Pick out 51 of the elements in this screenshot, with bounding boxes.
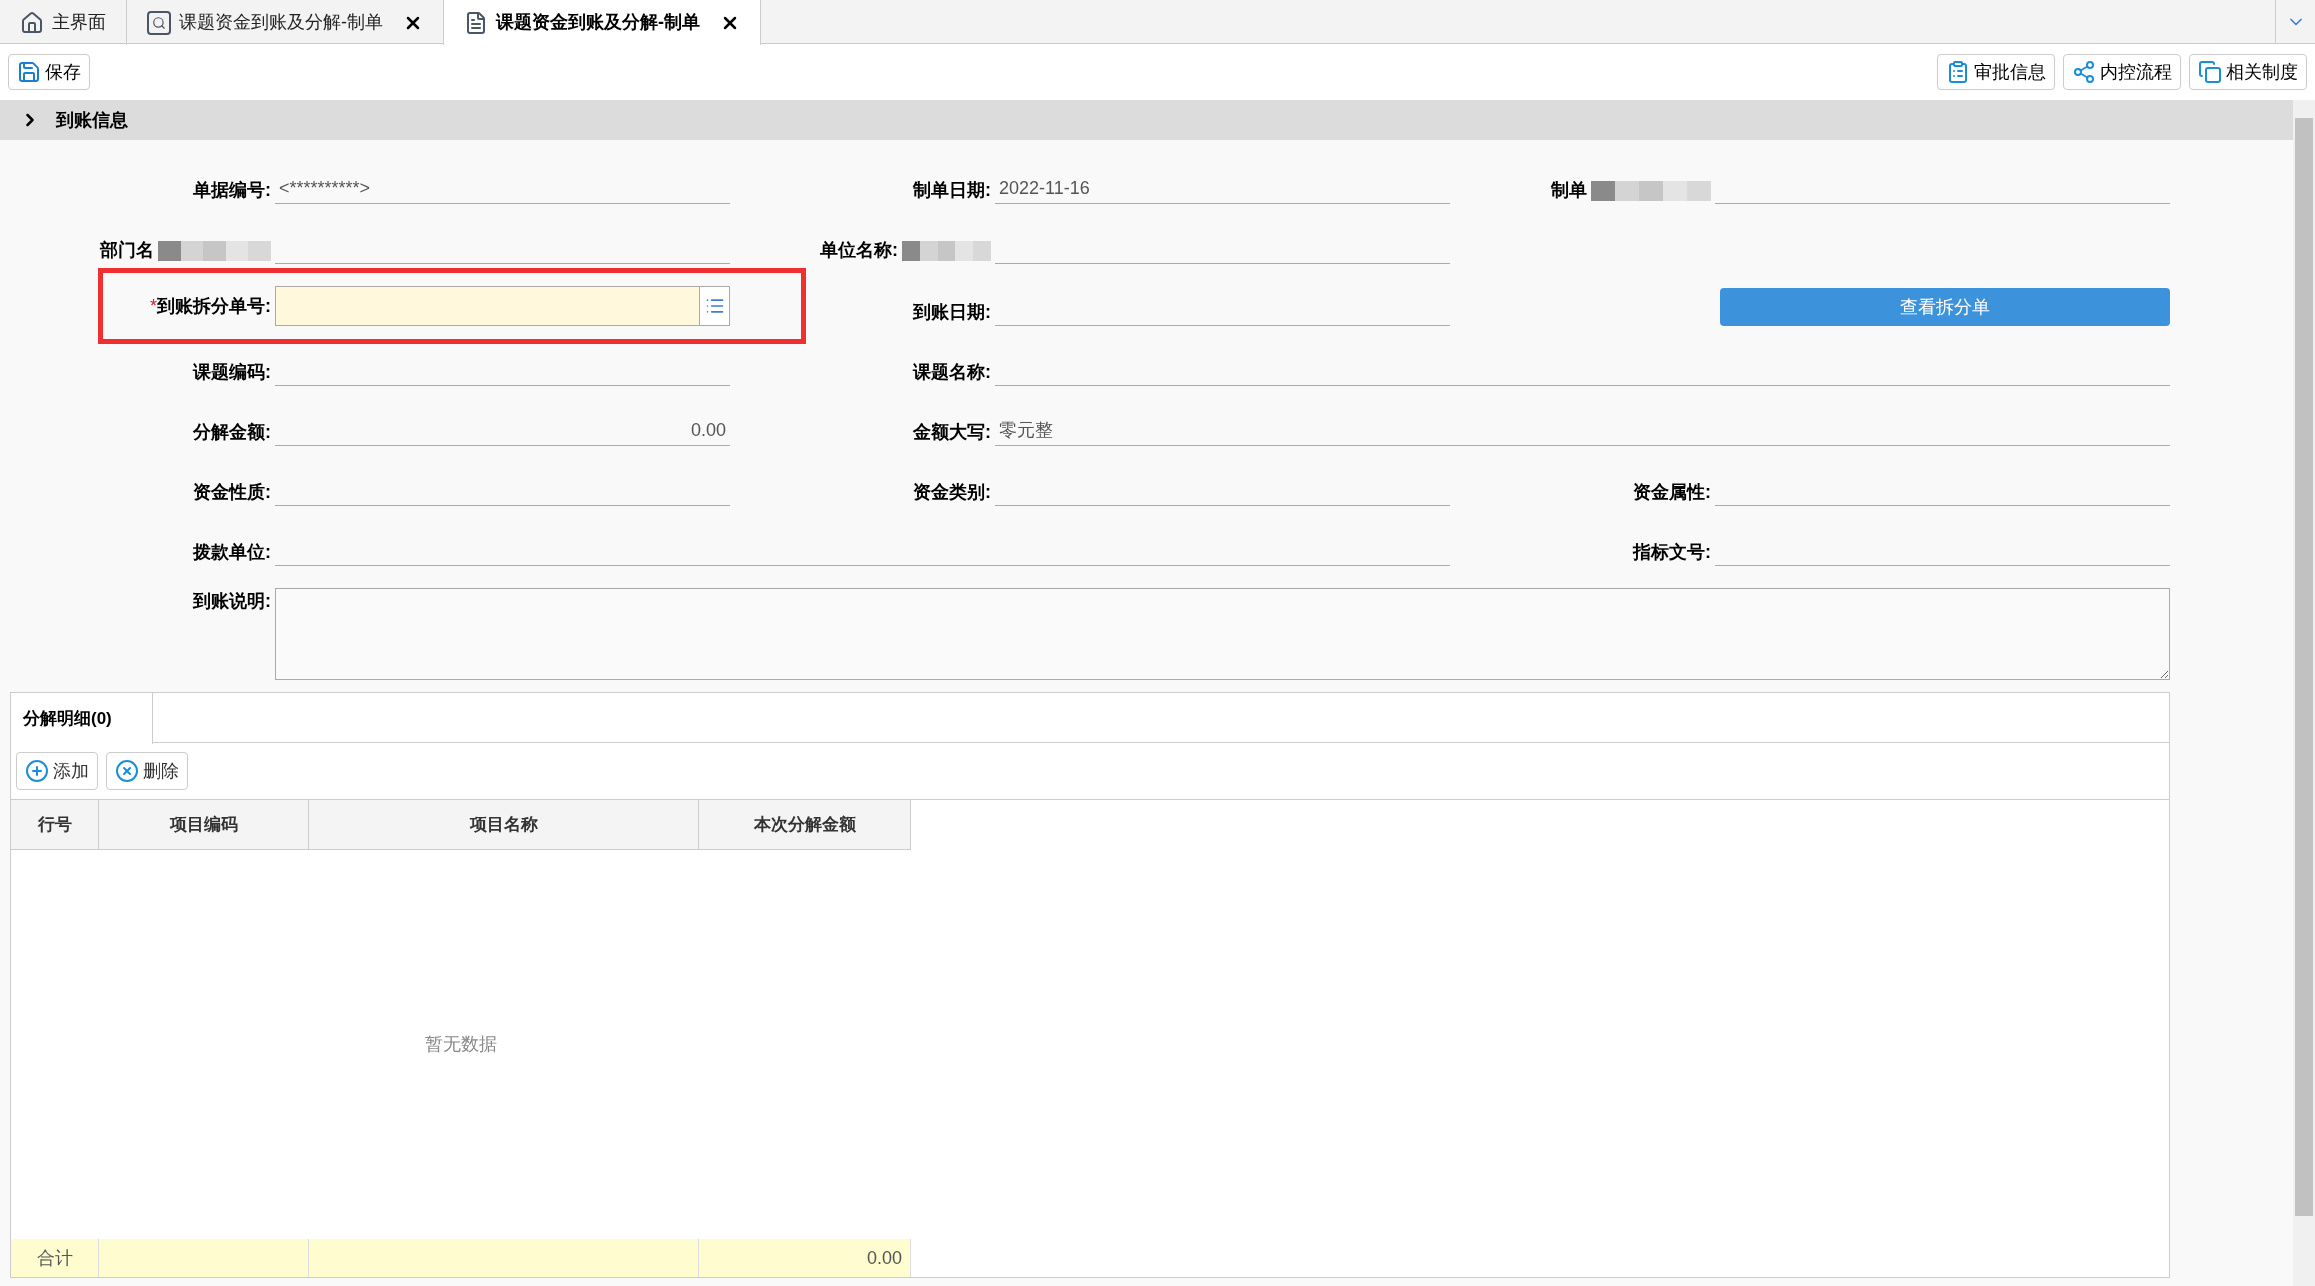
field-label: 资金性质: (193, 481, 271, 504)
detail-button[interactable]: 删除 (106, 752, 188, 790)
field-label: 资金属性: (1633, 481, 1711, 504)
form-field[interactable]: <**********> (275, 174, 730, 204)
column-header: 行号 (11, 800, 99, 850)
form-field[interactable]: 2022-11-16 (995, 174, 1450, 204)
search-icon (147, 10, 171, 35)
column-header: 项目编码 (99, 800, 309, 850)
detail-button[interactable]: 添加 (16, 752, 98, 790)
column-header: 项目名称 (309, 800, 699, 850)
clipboard-icon (1946, 60, 1970, 84)
document-icon (464, 10, 488, 35)
detail-tab[interactable]: 分解明细(0) (11, 693, 153, 744)
field-label: 单据编号: (193, 179, 271, 202)
plus-circle-icon (25, 759, 49, 783)
field-label: 指标文号: (1633, 541, 1711, 564)
toolbar-button[interactable]: 内控流程 (2063, 54, 2181, 90)
field-label: 单位名称: (820, 239, 898, 262)
field-label: 到账日期: (913, 301, 991, 324)
list-icon (704, 296, 725, 316)
split-number-field[interactable] (275, 286, 730, 326)
field-label: 部门名 (100, 239, 154, 262)
field-label: 到账说明: (193, 590, 271, 613)
footer-cell: 0.00 (699, 1239, 911, 1277)
tab[interactable]: 主界面 (0, 0, 127, 45)
share-icon (2072, 60, 2096, 84)
column-header: 本次分解金额 (699, 800, 911, 850)
required-mark: * (150, 294, 157, 318)
section-header[interactable]: 到账信息 (0, 100, 2293, 140)
field-label: 金额大写: (913, 421, 991, 444)
field-label: 分解金额: (193, 421, 271, 444)
empty-message: 暂无数据 (425, 1033, 497, 1056)
form-field[interactable]: 0.00 (275, 416, 730, 446)
field-label: 制单 (1551, 179, 1587, 202)
x-circle-icon (115, 759, 139, 783)
field-label: 课题编码: (193, 361, 271, 384)
footer-cell: 合计 (11, 1239, 99, 1277)
scrollbar[interactable] (2293, 100, 2315, 1286)
toolbar-button[interactable]: 相关制度 (2189, 54, 2307, 90)
documents-icon (2198, 60, 2222, 84)
field-label: 资金类别: (913, 481, 991, 504)
house-icon (20, 10, 44, 35)
field-label: 制单日期: (913, 179, 991, 202)
description-field[interactable] (275, 588, 2170, 680)
tab[interactable]: 课题资金到账及分解-制单 (444, 0, 761, 45)
form-field[interactable]: 零元整 (995, 416, 2170, 446)
toolbar-button[interactable]: 审批信息 (1937, 54, 2055, 90)
field-label: 到账拆分单号: (157, 294, 271, 318)
field-label: 课题名称: (913, 361, 991, 384)
field-label: 拨款单位: (193, 541, 271, 564)
save-button[interactable]: 保存 (8, 54, 90, 90)
